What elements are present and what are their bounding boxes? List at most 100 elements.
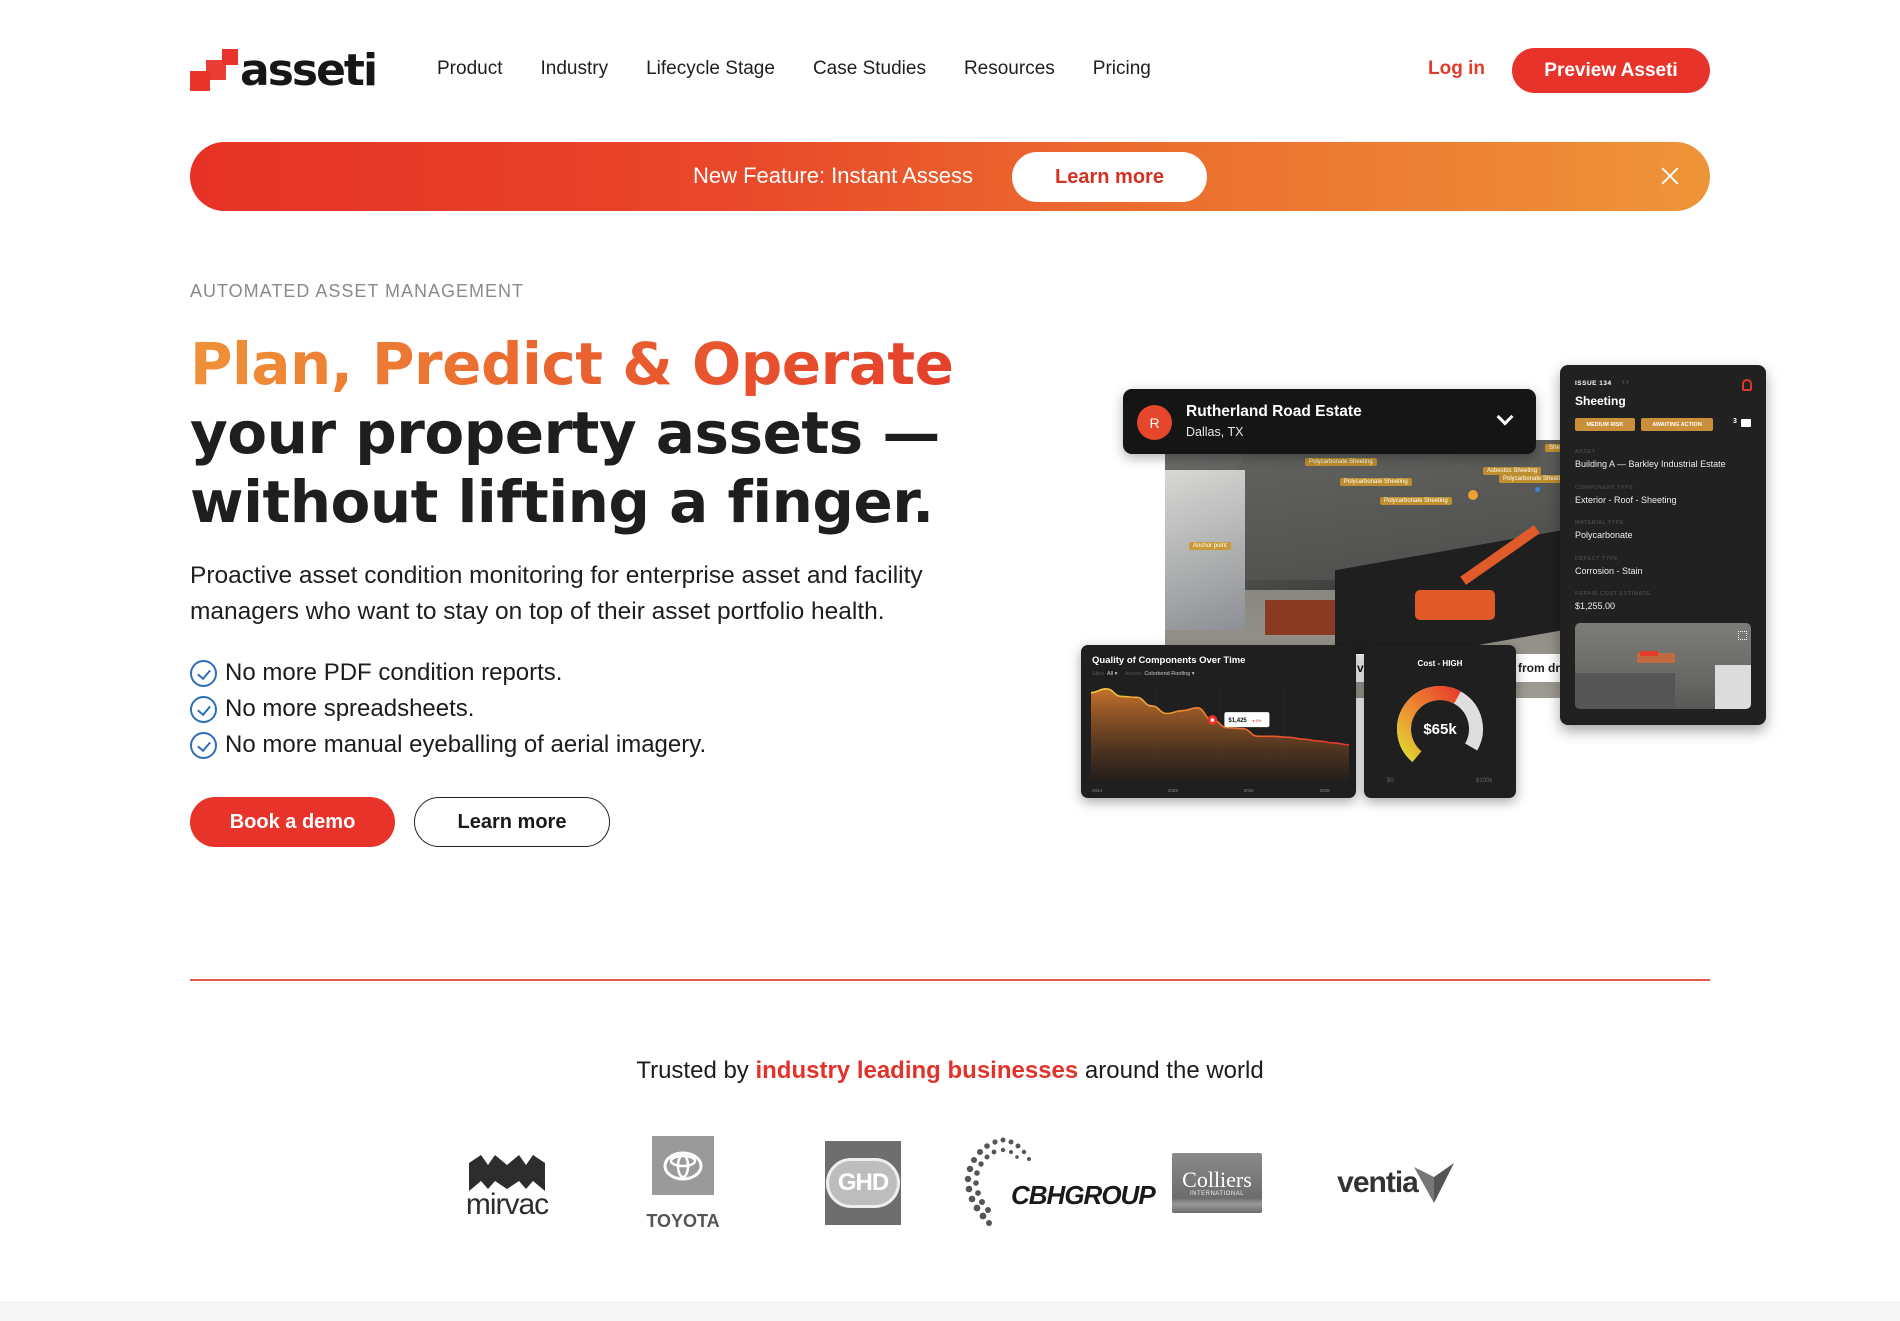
trusted-accent: industry leading businesses [755,1057,1079,1084]
login-link[interactable]: Log in [1428,58,1485,80]
aerial-tag: Polycarbonate Sheeting [1380,497,1452,505]
marker-dot [1468,490,1478,500]
issue-number: ISSUE 134 [1575,380,1612,387]
aerial-tag: Polycarbonate Sheeting [1305,458,1377,466]
checklist-text: No more PDF condition reports. [225,659,563,686]
issue-panel: ISSUE 134 ‹ › Sheeting MEDIUM RISK AWAIT… [1560,365,1766,725]
headline-highlight: Plan, Predict & Operate [190,330,954,398]
aerial-tag: Asbestos Sheeting [1483,467,1542,475]
caption-strip-right: from dr [1516,654,1560,682]
x-tick-label: 2024 [1092,788,1103,793]
close-icon[interactable] [1658,164,1682,188]
issue-title: Sheeting [1575,394,1626,408]
section-divider [190,979,1710,981]
aerial-tag: Polycarbonate Sheeting [1340,478,1412,486]
expand-icon[interactable] [1738,631,1747,640]
checklist-text: No more spreadsheets. [225,695,475,722]
hero-lead: Proactive asset condition monitoring for… [190,562,923,625]
asseti-logo[interactable]: asseti [190,45,378,96]
field-value: Building A — Barkley Industrial Estate [1575,459,1726,469]
quality-chart: $1,425 ▾ 8% 2024 2029 2034 2039 [1090,685,1350,793]
chevron-down-icon[interactable] [1496,408,1514,426]
gauge-min-label: $0 [1387,778,1394,784]
marker-dot [1535,487,1540,492]
check-circle-icon [190,731,217,759]
logo-mirvac: mirvac [452,1152,562,1222]
nav-link-resources[interactable]: Resources [964,58,1055,80]
hero-headline: Plan, Predict & Operate your property as… [190,330,954,537]
ventia-wordmark: ventia [1337,1166,1419,1199]
caption-text: from dr [1518,661,1560,675]
checklist-item: No more spreadsheets. [190,691,706,727]
logo-colliers: Colliers INTERNATIONAL [1172,1153,1262,1213]
nav-link-case-studies[interactable]: Case Studies [813,58,926,80]
comment-count: 3 [1733,418,1737,425]
bell-icon[interactable] [1742,379,1752,391]
estate-location: Dallas, TX [1186,425,1244,439]
gauge-max-label: $100k [1476,778,1493,784]
nav-links: Product Industry Lifecycle Stage Case St… [437,58,1189,80]
trusted-prefix: Trusted by [636,1057,756,1084]
field-value: Corrosion - Stain [1575,566,1643,576]
toyota-wordmark: TOYOTA [646,1211,720,1231]
logo-wordmark: asseti [240,45,378,96]
caption-text: v [1357,661,1364,675]
book-demo-button[interactable]: Book a demo [190,797,395,847]
trusted-heading: Trusted by industry leading businesses a… [0,1057,1900,1085]
trusted-suffix: around the world [1078,1057,1264,1084]
feature-banner: New Feature: Instant Assess Learn more [190,142,1710,211]
risk-badge: MEDIUM RISK [1575,418,1635,431]
highlight-point-center [1210,718,1215,722]
field-label: DEFECT TYPE [1575,556,1619,562]
x-tick-label: 2029 [1168,788,1179,793]
nav-link-industry[interactable]: Industry [540,58,608,80]
preview-asseti-button[interactable]: Preview Asseti [1512,48,1710,93]
x-tick-label: 2039 [1320,788,1331,793]
comment-icon[interactable] [1741,419,1751,427]
toyota-mark-icon [652,1136,714,1195]
logo-mark-icon [190,49,238,93]
hero-eyebrow: AUTOMATED ASSET MANAGEMENT [190,281,525,301]
banner-text: New Feature: Instant Assess [693,163,974,188]
quality-chart-card: Quality of Components Over Time Sites Al… [1081,645,1356,798]
estate-selector[interactable]: R Rutherland Road Estate Dallas, TX [1123,389,1536,454]
field-label: ASSET [1575,449,1596,455]
check-circle-icon [190,659,217,687]
estate-avatar: R [1137,405,1172,440]
cbh-wordmark: CBHGROUP [1011,1180,1156,1211]
check-circle-icon [190,695,217,723]
nav-link-product[interactable]: Product [437,58,502,80]
checklist-item: No more manual eyeballing of aerial imag… [190,727,706,763]
field-value: Polycarbonate [1575,530,1633,540]
banner-learn-more-button[interactable]: Learn more [1012,152,1207,202]
learn-more-button[interactable]: Learn more [414,797,610,847]
cost-gauge-card: Cost - HIGH $65k $0 $100k [1364,645,1516,798]
ghd-wordmark: GHD [837,1169,889,1196]
nav-link-pricing[interactable]: Pricing [1093,58,1151,80]
benefit-checklist: No more PDF condition reports. No more s… [190,655,706,763]
tooltip-delta: ▾ 8% [1252,718,1261,723]
ventia-mark-icon [1413,1163,1454,1203]
x-tick-label: 2034 [1244,788,1255,793]
field-value: $1,255.00 [1575,601,1616,611]
issue-photo[interactable] [1575,623,1751,709]
field-value: Exterior - Roof - Sheeting [1575,495,1677,505]
logo-cbh: CBHGROUP [963,1136,1156,1228]
top-nav: asseti Product Industry Lifecycle Stage … [190,44,1710,96]
headline-line-2: your property assets — [190,399,940,467]
logo-ventia: ventia [1328,1162,1463,1204]
checklist-text: No more manual eyeballing of aerial imag… [225,731,707,758]
status-badge: AWAITING ACTION [1641,418,1713,431]
gauge-value: $65k [1423,721,1457,738]
headline-line-3: without lifting a finger. [190,468,934,536]
aerial-tag: Anchor point [1189,542,1231,550]
nav-link-lifecycle-stage[interactable]: Lifecycle Stage [646,58,775,80]
issue-nav-arrows-icon[interactable]: ‹ › [1622,379,1629,386]
logo-ghd: GHD [825,1141,901,1225]
colliers-sub: INTERNATIONAL [1189,1191,1245,1197]
mirvac-mark-icon [469,1155,545,1191]
colliers-wordmark: Colliers [1182,1167,1252,1192]
field-label: REPAIR COST ESTIMATE [1575,591,1651,597]
field-label: COMPONENT TYPE [1575,485,1634,491]
cbh-text: CBHGROUP [1011,1180,1156,1210]
